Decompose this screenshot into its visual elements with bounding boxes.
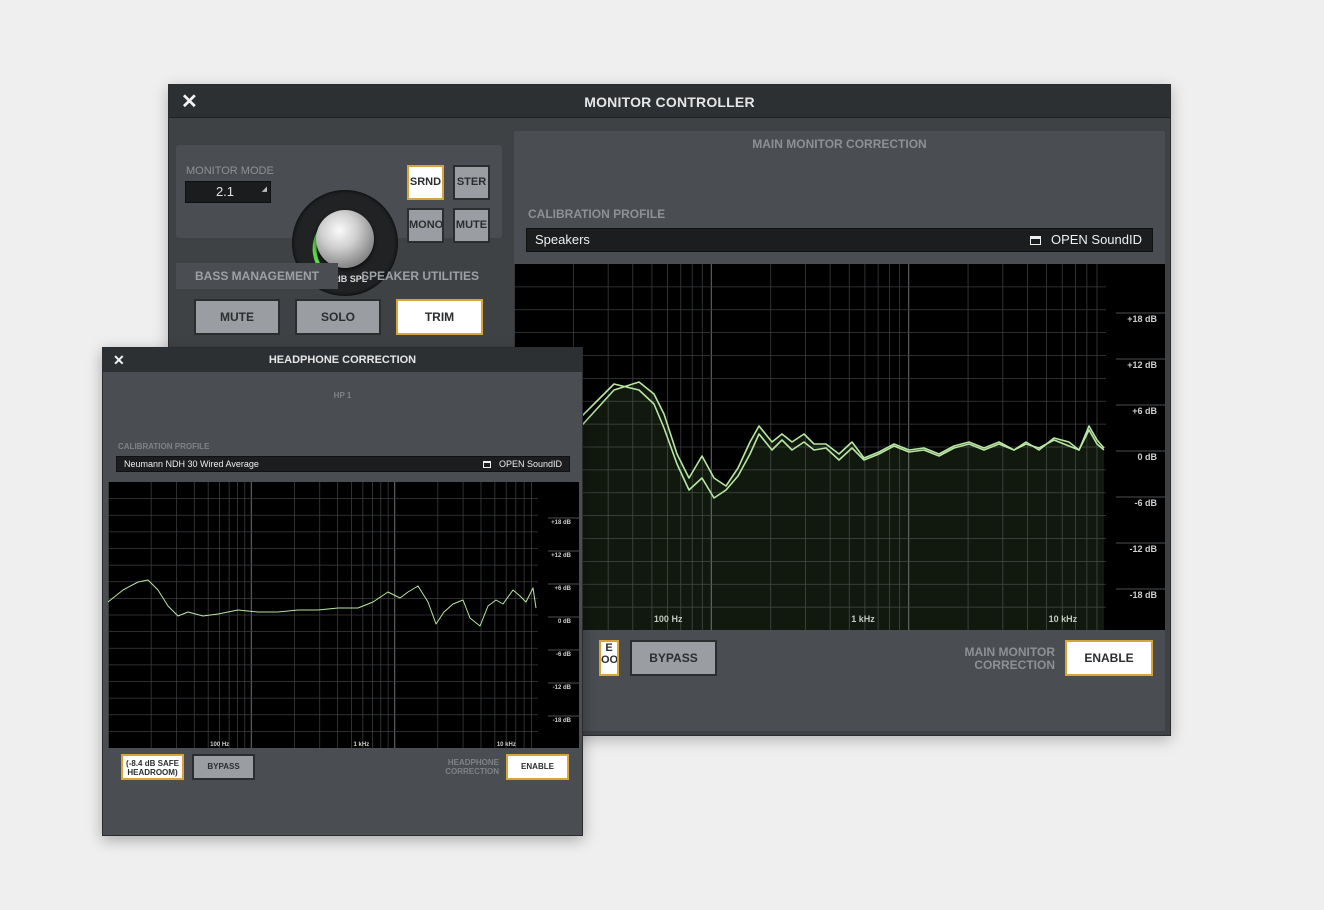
- db-label: -6 dB: [556, 652, 572, 658]
- frequency-label: 100 Hz: [210, 742, 229, 748]
- profile-name: Speakers: [535, 232, 590, 247]
- open-soundid-label: OPEN SoundID: [498, 459, 562, 469]
- db-label: -18 dB: [1129, 590, 1157, 600]
- calibration-profile-label: CALIBRATION PROFILE: [118, 442, 210, 451]
- calibration-profile-label: CALIBRATION PROFILE: [528, 207, 666, 221]
- solo-button[interactable]: SOLO: [295, 299, 381, 335]
- db-label: 0 dB: [558, 619, 572, 625]
- monitor-mode-value: 2.1: [215, 184, 235, 199]
- frequency-label: 10 kHz: [497, 742, 516, 748]
- response-fill: [514, 382, 1104, 630]
- headroom-button[interactable]: (-8.4 dB SAFE HEADROOM): [121, 754, 184, 780]
- frequency-response-graph: +18 dB+12 dB+6 dB0 dB-6 dB-12 dB-18 dB10…: [514, 264, 1165, 630]
- response-curve: [108, 579, 537, 627]
- calibration-profile-select[interactable]: Neumann NDH 30 Wired Average OPEN SoundI…: [116, 456, 570, 472]
- frequency-label: 1 kHz: [354, 742, 370, 748]
- trim-button[interactable]: TRIM: [396, 299, 483, 335]
- bypass-button[interactable]: BYPASS: [192, 754, 255, 780]
- resize-corner-icon: ◢: [261, 186, 267, 193]
- db-label: -12 dB: [553, 685, 572, 691]
- ster-button[interactable]: STER: [453, 165, 490, 200]
- monitor-mode-label: MONITOR MODE: [186, 165, 274, 177]
- db-label: +18 dB: [1127, 314, 1157, 324]
- db-label: +12 dB: [1127, 360, 1157, 370]
- window-title: HEADPHONE CORRECTION: [268, 354, 417, 366]
- open-soundid-button[interactable]: OPEN SoundID: [1029, 229, 1142, 251]
- db-label: +18 dB: [551, 520, 572, 526]
- calibration-profile-select[interactable]: Speakers OPEN SoundID: [526, 228, 1153, 252]
- hp-output-label: HP 1: [333, 391, 352, 400]
- window-icon: [1029, 236, 1041, 245]
- db-label: -18 dB: [553, 718, 572, 724]
- section-title: MAIN MONITOR CORRECTION: [752, 137, 927, 151]
- frequency-response-graph: +18 dB +12 dB +6 dB 0 dB -6 dB -12 dB -18 dB 10…: [108, 482, 579, 748]
- open-soundid-label: OPEN SoundID: [1050, 232, 1142, 247]
- title-bar: ✕ MONITOR CONTROLLER: [169, 85, 1170, 118]
- enable-button[interactable]: ENABLE: [1065, 640, 1153, 676]
- open-soundid-button[interactable]: OPEN SoundID: [482, 457, 562, 471]
- db-label: +6 dB: [554, 586, 571, 592]
- enable-button[interactable]: ENABLE: [506, 754, 569, 780]
- mute-button[interactable]: MUTE: [194, 299, 280, 335]
- db-label: 0 dB: [1137, 452, 1157, 462]
- headroom-label: E OOM: [601, 642, 619, 666]
- bypass-button[interactable]: BYPASS: [630, 640, 717, 676]
- tab-bass-management[interactable]: BASS MANAGEMENT: [176, 263, 338, 289]
- headphone-correction-window: ✕ HEADPHONE CORRECTION HP 1 CALIBRATION …: [102, 347, 583, 836]
- db-label: -6 dB: [1135, 498, 1158, 508]
- mute-mode-button[interactable]: MUTE: [453, 208, 490, 243]
- srnd-button[interactable]: SRND: [407, 165, 444, 200]
- mono-button[interactable]: MONO: [407, 208, 444, 243]
- tab-speaker-utilities[interactable]: SPEAKER UTILITIES: [338, 263, 502, 289]
- monitor-mode-select[interactable]: 2.1 ◢: [185, 181, 271, 203]
- headroom-button[interactable]: E OOM: [599, 640, 619, 676]
- monitor-mode-panel: MONITOR MODE 2.1 ◢ 57 dB SPL SRND STER M…: [176, 145, 502, 296]
- correction-label: HEADPHONE CORRECTION: [445, 758, 499, 776]
- title-bar: ✕ HEADPHONE CORRECTION: [103, 348, 582, 372]
- volume-knob[interactable]: [316, 210, 374, 268]
- utility-tabs: BASS MANAGEMENT SPEAKER UTILITIES: [176, 263, 502, 289]
- db-label: +12 dB: [551, 553, 572, 559]
- db-label: -12 dB: [1129, 544, 1157, 554]
- correction-label: MAIN MONITOR CORRECTION: [964, 645, 1055, 672]
- window-icon: [482, 461, 491, 468]
- db-label: +6 dB: [1132, 406, 1157, 416]
- window-title: MONITOR CONTROLLER: [584, 94, 755, 110]
- profile-name: Neumann NDH 30 Wired Average: [124, 459, 259, 469]
